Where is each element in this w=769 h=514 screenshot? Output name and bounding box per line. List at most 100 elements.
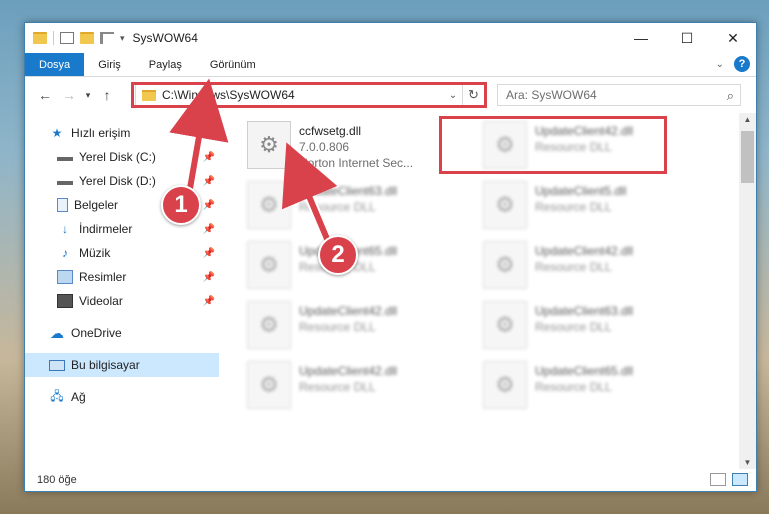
sidebar-item-label: OneDrive (71, 326, 122, 340)
sidebar-item-label: Hızlı erişim (71, 126, 131, 140)
file-tile[interactable]: ⚙ UpdateClient42.dll Resource DLL (247, 301, 467, 357)
window-controls: — ☐ ✕ (618, 23, 756, 53)
file-name: UpdateClient5.dll (535, 184, 627, 198)
pin-icon[interactable]: 📌 (203, 176, 215, 187)
file-type: Resource DLL (535, 200, 612, 214)
sidebar-item-label: Ağ (71, 390, 86, 404)
toolbar-divider (53, 31, 54, 45)
scrollbar-thumb[interactable] (741, 131, 754, 183)
view-switcher (710, 473, 748, 486)
dll-file-icon: ⚙ (247, 301, 291, 349)
sidebar-item-quick-access[interactable]: ★ Hızlı erişim (25, 121, 219, 145)
ribbon-tabs: Dosya Giriş Paylaş Görünüm ⌄ ? (25, 53, 756, 77)
quick-access-toolbar: ▾ (25, 31, 125, 45)
file-tile[interactable]: ⚙ UpdateClient42.dll Resource DLL (247, 361, 467, 417)
file-type: Resource DLL (299, 200, 376, 214)
sidebar-item-label: Yerel Disk (D:) (79, 174, 156, 188)
sidebar-item-network[interactable]: 🖧 Ağ (25, 385, 219, 409)
status-bar: 180 öğe (25, 469, 756, 491)
tab-paylas[interactable]: Paylaş (135, 53, 196, 76)
cloud-icon: ☁ (50, 324, 64, 341)
music-icon: ♪ (62, 246, 68, 260)
help-button[interactable]: ? (734, 56, 750, 72)
tab-dosya[interactable]: Dosya (25, 53, 85, 76)
pin-icon[interactable]: 📌 (203, 248, 215, 259)
file-type: Resource DLL (535, 320, 612, 334)
maximize-button[interactable]: ☐ (664, 23, 710, 53)
pin-icon[interactable]: 📌 (203, 224, 215, 235)
file-tile-ccfwsetg[interactable]: ⚙ ccfwsetg.dll 7.0.0.806 Norton Internet… (247, 121, 467, 177)
tab-giris[interactable]: Giriş (84, 53, 135, 76)
scroll-down-icon[interactable]: ▼ (739, 458, 756, 467)
file-list: ⚙ ccfwsetg.dll 7.0.0.806 Norton Internet… (219, 113, 756, 469)
main-content: ★ Hızlı erişim Yerel Disk (C:) 📌 Yerel D… (25, 113, 756, 469)
properties-icon[interactable] (60, 32, 74, 44)
details-view-icon[interactable] (710, 473, 726, 486)
forward-arrow-icon[interactable]: → (57, 87, 81, 103)
download-icon: ↓ (62, 222, 68, 236)
videos-icon (57, 294, 73, 308)
sidebar-item-label: Belgeler (74, 198, 119, 212)
file-tile[interactable]: ⚙ UpdateClient42.dll Resource DLL (483, 121, 703, 177)
sidebar-item-disk-c[interactable]: Yerel Disk (C:) 📌 (25, 145, 219, 169)
file-tile[interactable]: ⚙ UpdateClient5.dll Resource DLL (483, 181, 703, 237)
sidebar-item-label: Yerel Disk (C:) (79, 150, 156, 164)
title-bar: ▾ SysWOW64 — ☐ ✕ (25, 23, 756, 53)
pin-icon[interactable]: 📌 (203, 200, 215, 211)
file-name: UpdateClient42.dll (535, 244, 634, 258)
sidebar-item-pictures[interactable]: Resimler 📌 (25, 265, 219, 289)
file-name: UpdateClient42.dll (299, 304, 398, 318)
dll-file-icon: ⚙ (483, 181, 527, 229)
up-arrow-icon[interactable]: ↑ (95, 87, 119, 103)
file-type: Resource DLL (535, 380, 612, 394)
pin-icon[interactable]: 📌 (203, 296, 215, 307)
dll-file-icon: ⚙ (483, 241, 527, 289)
expand-ribbon-icon[interactable]: ⌄ (716, 59, 724, 70)
chevron-down-icon[interactable]: ▾ (120, 33, 125, 44)
file-tile[interactable]: ⚙ UpdateClient42.dll Resource DLL (483, 241, 703, 297)
dll-file-icon: ⚙ (483, 361, 527, 409)
sidebar-item-onedrive[interactable]: ☁ OneDrive (25, 321, 219, 345)
back-arrow-icon[interactable]: ← (33, 87, 57, 103)
dll-file-icon: ⚙ (247, 121, 291, 169)
sidebar-item-label: Videolar (79, 294, 123, 308)
close-button[interactable]: ✕ (710, 23, 756, 53)
sidebar-item-this-pc[interactable]: Bu bilgisayar (25, 353, 219, 377)
navigation-bar: ← → ▾ ↑ C:\Windows\SysWOW64 ⌄ ↻ Ara: Sys… (25, 77, 756, 113)
tab-gorunum[interactable]: Görünüm (196, 53, 270, 76)
file-type: Resource DLL (535, 260, 612, 274)
file-tile[interactable]: ⚙ UpdateClient65.dll Resource DLL (483, 361, 703, 417)
navigation-pane: ★ Hızlı erişim Yerel Disk (C:) 📌 Yerel D… (25, 113, 219, 469)
customize-icon[interactable] (100, 32, 114, 44)
sidebar-item-videos[interactable]: Videolar 📌 (25, 289, 219, 313)
file-name: UpdateClient63.dll (535, 304, 634, 318)
address-highlight-box (131, 82, 487, 108)
documents-icon (57, 198, 68, 212)
file-name: ccfwsetg.dll (299, 124, 362, 138)
recent-locations-icon[interactable]: ▾ (81, 90, 95, 101)
window-title: SysWOW64 (132, 31, 198, 45)
file-name: UpdateClient65.dll (535, 364, 634, 378)
dll-file-icon: ⚙ (483, 121, 527, 169)
vertical-scrollbar[interactable]: ▲ ▼ (739, 113, 756, 469)
dll-file-icon: ⚙ (247, 361, 291, 409)
file-tile[interactable]: ⚙ UpdateClient63.dll Resource DLL (483, 301, 703, 357)
scroll-up-icon[interactable]: ▲ (739, 115, 756, 124)
sidebar-item-music[interactable]: ♪ Müzik 📌 (25, 241, 219, 265)
dll-file-icon: ⚙ (247, 181, 291, 229)
new-folder-icon[interactable] (80, 32, 94, 44)
file-tile[interactable]: ⚙ UpdateClient63.dll Resource DLL (247, 181, 467, 237)
drive-icon (57, 177, 73, 185)
sidebar-item-label: Resimler (79, 270, 127, 284)
tiles-view-icon[interactable] (732, 473, 748, 486)
search-input[interactable]: Ara: SysWOW64 ⌕ (497, 84, 741, 106)
minimize-button[interactable]: — (618, 23, 664, 53)
pictures-icon (57, 270, 73, 284)
step-1-badge: 1 (161, 185, 201, 225)
drive-icon (57, 153, 73, 161)
sidebar-item-label: İndirmeler (79, 222, 133, 236)
pin-icon[interactable]: 📌 (203, 272, 215, 283)
search-icon[interactable]: ⌕ (727, 88, 734, 104)
pin-icon[interactable]: 📌 (203, 152, 215, 163)
file-type: Resource DLL (299, 320, 376, 334)
